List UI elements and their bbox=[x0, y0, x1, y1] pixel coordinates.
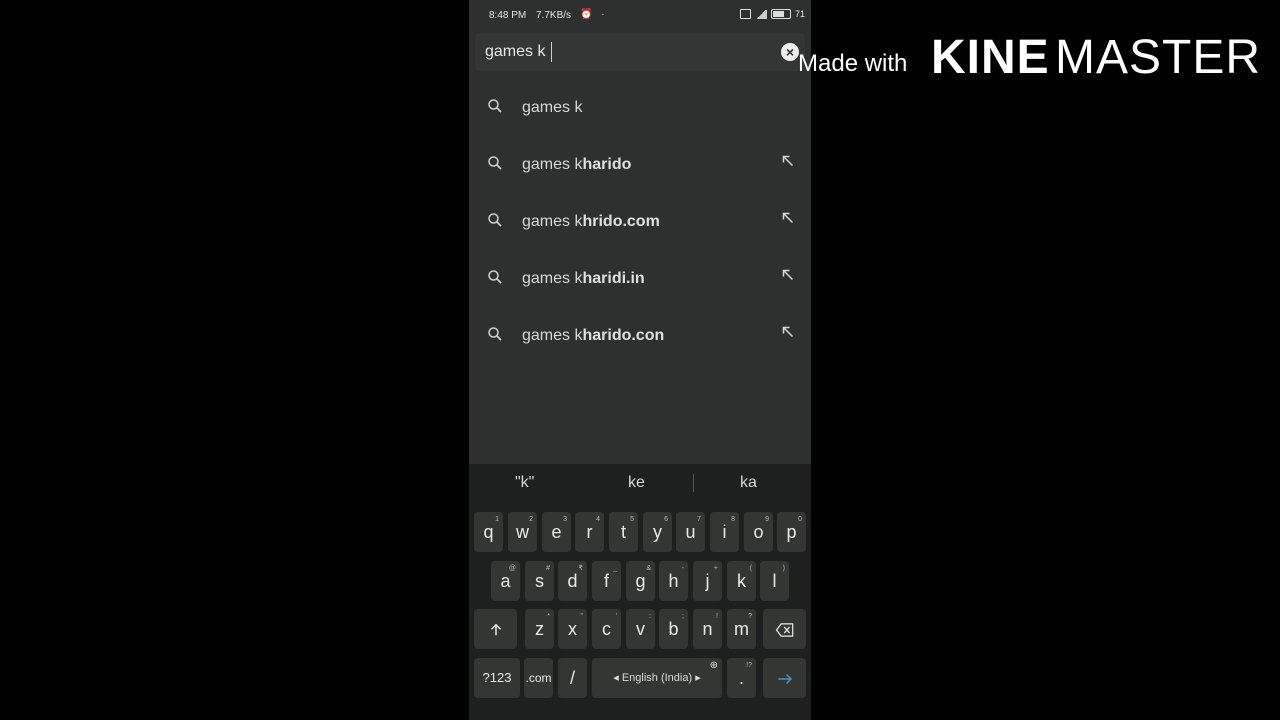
suggestion-text: games khrido.com bbox=[522, 213, 660, 230]
language-right-arrow-icon: ▸ bbox=[692, 672, 701, 684]
period-key[interactable]: !?. bbox=[727, 658, 756, 698]
suggestion-item[interactable]: games kharido.con bbox=[469, 308, 811, 365]
key-n[interactable]: ! n bbox=[693, 609, 722, 649]
shift-arrow-icon bbox=[490, 623, 501, 636]
watermark-made-with: Made with bbox=[798, 50, 908, 77]
key-w[interactable]: 2w bbox=[508, 512, 537, 552]
fill-query-arrow-icon[interactable] bbox=[779, 266, 797, 284]
candidate-word[interactable]: "k" bbox=[515, 474, 534, 492]
backspace-key[interactable] bbox=[763, 609, 806, 649]
search-bar[interactable]: × bbox=[475, 33, 805, 71]
signal-icon bbox=[754, 9, 767, 19]
phone-screen: 8:48 PM 7.7KB/s ⏰ · 71 × games k games k… bbox=[469, 0, 811, 720]
suggestion-text: games kharido.con bbox=[522, 327, 665, 344]
suggestion-item[interactable]: games k bbox=[469, 80, 811, 137]
status-notification-icons: ⏰ · bbox=[580, 9, 608, 20]
key-s[interactable]: # s bbox=[525, 561, 554, 601]
suggestion-item[interactable]: games kharidi.in bbox=[469, 251, 811, 308]
battery-level: 71 bbox=[794, 9, 805, 19]
fill-query-arrow-icon[interactable] bbox=[779, 209, 797, 227]
candidate-bar: "k" ke ka bbox=[469, 464, 811, 504]
key-e[interactable]: 3e bbox=[542, 512, 571, 552]
key-d[interactable]: ₹ d bbox=[558, 561, 587, 601]
key-g[interactable]: & g bbox=[626, 561, 655, 601]
search-icon bbox=[488, 270, 502, 284]
key-f[interactable]: _ f bbox=[592, 561, 621, 601]
search-icon bbox=[488, 99, 502, 113]
key-r[interactable]: 4r bbox=[575, 512, 604, 552]
candidate-word[interactable]: ka bbox=[740, 474, 757, 492]
search-icon bbox=[488, 156, 502, 170]
key-y[interactable]: 6y bbox=[643, 512, 672, 552]
text-cursor bbox=[551, 42, 552, 62]
search-icon bbox=[488, 213, 502, 227]
suggestion-text: games k bbox=[522, 99, 583, 116]
search-icon bbox=[488, 327, 502, 341]
search-input[interactable] bbox=[485, 41, 765, 63]
status-network-speed: 7.7KB/s bbox=[536, 10, 572, 21]
key-k[interactable]: (k bbox=[727, 561, 756, 601]
suggestion-item[interactable]: games kharido bbox=[469, 137, 811, 194]
status-time: 8:48 PM bbox=[489, 10, 527, 21]
key-p[interactable]: 0p bbox=[777, 512, 806, 552]
key-h[interactable]: -h bbox=[659, 561, 688, 601]
slash-key[interactable]: / bbox=[558, 658, 587, 698]
key-u[interactable]: 7u bbox=[676, 512, 705, 552]
battery-icon bbox=[770, 9, 791, 19]
shift-key[interactable] bbox=[474, 609, 517, 649]
key-v[interactable]: :v bbox=[626, 609, 655, 649]
key-b[interactable]: ; b bbox=[659, 609, 688, 649]
keyboard: "k" ke ka 1q 2w 3e 4r 5t 6y 7u 8i 9o 0p … bbox=[469, 464, 811, 720]
dotcom-key[interactable]: .com bbox=[524, 658, 553, 698]
suggestion-text: games kharido bbox=[522, 156, 632, 173]
status-bar: 8:48 PM 7.7KB/s ⏰ · 71 bbox=[469, 0, 811, 30]
key-c[interactable]: ' c bbox=[592, 609, 621, 649]
fill-query-arrow-icon[interactable] bbox=[779, 152, 797, 170]
close-circle-icon[interactable]: × bbox=[781, 43, 799, 61]
key-i[interactable]: 8i bbox=[710, 512, 739, 552]
enter-arrow-icon bbox=[777, 674, 792, 685]
key-a[interactable]: @ a bbox=[491, 561, 520, 601]
key-j[interactable]: + j bbox=[693, 561, 722, 601]
key-x[interactable]: " x bbox=[558, 609, 587, 649]
watermark-kine: KINE bbox=[931, 31, 1050, 84]
suggestion-list: games k games kharido games khrido.com g… bbox=[469, 80, 811, 365]
candidate-word[interactable]: ke bbox=[628, 474, 645, 492]
suggestion-text: games kharidi.in bbox=[522, 270, 645, 287]
key-l[interactable]: ) l bbox=[760, 561, 789, 601]
language-left-arrow-icon: ◂ bbox=[613, 672, 622, 684]
globe-icon: ⊕ bbox=[709, 660, 718, 671]
suggestion-item[interactable]: games khrido.com bbox=[469, 194, 811, 251]
fill-query-arrow-icon[interactable] bbox=[779, 323, 797, 341]
candidate-divider bbox=[693, 474, 694, 492]
space-label: English (India) bbox=[621, 672, 693, 684]
backspace-icon bbox=[775, 623, 793, 638]
key-z[interactable]: * z bbox=[525, 609, 554, 649]
status-right-icons: 71 bbox=[739, 9, 805, 19]
symbols-key[interactable]: ?123 bbox=[474, 658, 520, 698]
key-m[interactable]: ? m bbox=[727, 609, 756, 649]
enter-key[interactable] bbox=[763, 658, 806, 698]
key-q[interactable]: 1q bbox=[474, 512, 503, 552]
key-t[interactable]: 5t bbox=[609, 512, 638, 552]
watermark-master: MASTER bbox=[1055, 31, 1262, 84]
space-key[interactable]: ◂ English (India) ▸ ⊕ bbox=[592, 658, 722, 698]
sim-icon bbox=[739, 9, 751, 19]
key-o[interactable]: 9o bbox=[744, 512, 773, 552]
